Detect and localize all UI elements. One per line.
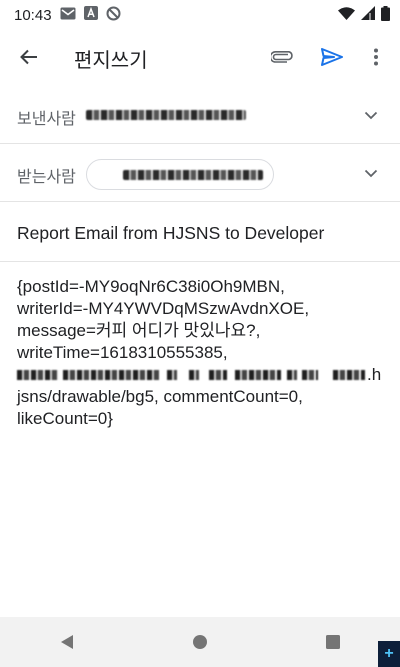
- recipient-chip[interactable]: [86, 159, 274, 190]
- corner-badge: +: [378, 641, 400, 667]
- recents-square-icon[interactable]: [313, 622, 353, 662]
- app-bar: 편지쓰기: [0, 30, 400, 84]
- to-row[interactable]: 받는사람: [0, 144, 400, 202]
- body-line: message=커피 어디가 맛있나요?,: [17, 321, 261, 340]
- from-label: 보낸사람: [17, 111, 76, 128]
- page-title: 편지쓰기: [74, 50, 148, 72]
- gmail-notification-icon: [60, 7, 76, 24]
- home-circle-icon[interactable]: [180, 622, 220, 662]
- system-nav-bar: [0, 617, 400, 667]
- subject-field[interactable]: Report Email from HJSNS to Developer: [0, 203, 400, 262]
- subject-text: Report Email from HJSNS to Developer: [17, 223, 325, 243]
- body-line: likeCount=0}: [17, 409, 113, 428]
- battery-icon: [381, 5, 390, 25]
- body-line: {postId=-MY9oqNr6C38i0Oh9MBN,: [17, 277, 285, 296]
- recipient-address-redacted: [123, 170, 263, 180]
- status-bar: 10:43: [0, 0, 400, 30]
- attach-icon[interactable]: [263, 38, 301, 76]
- body-line: jsns/drawable/bg5, commentCount=0,: [17, 387, 303, 406]
- chevron-down-icon[interactable]: [364, 108, 378, 122]
- blocked-icon: [106, 6, 121, 25]
- back-triangle-icon[interactable]: [47, 622, 87, 662]
- compose-body[interactable]: {postId=-MY9oqNr6C38i0Oh9MBN, writerId=-…: [17, 276, 389, 430]
- body-line-redacted: .h: [17, 364, 389, 386]
- status-time: 10:43: [14, 6, 52, 24]
- signal-icon: [361, 6, 375, 24]
- back-arrow-icon[interactable]: [10, 38, 48, 76]
- body-line: writeTime=1618310555385,: [17, 343, 228, 362]
- a-notification-icon: [83, 6, 98, 24]
- body-line: writerId=-MY4YWVDqMSzwAvdnXOE,: [17, 299, 310, 318]
- from-address-redacted: [86, 110, 246, 120]
- chevron-down-icon[interactable]: [364, 166, 378, 180]
- to-label: 받는사람: [17, 169, 76, 186]
- wifi-icon: [338, 6, 355, 24]
- send-icon[interactable]: [313, 38, 351, 76]
- more-vert-icon[interactable]: [357, 38, 395, 76]
- from-row[interactable]: 보낸사람: [0, 86, 400, 144]
